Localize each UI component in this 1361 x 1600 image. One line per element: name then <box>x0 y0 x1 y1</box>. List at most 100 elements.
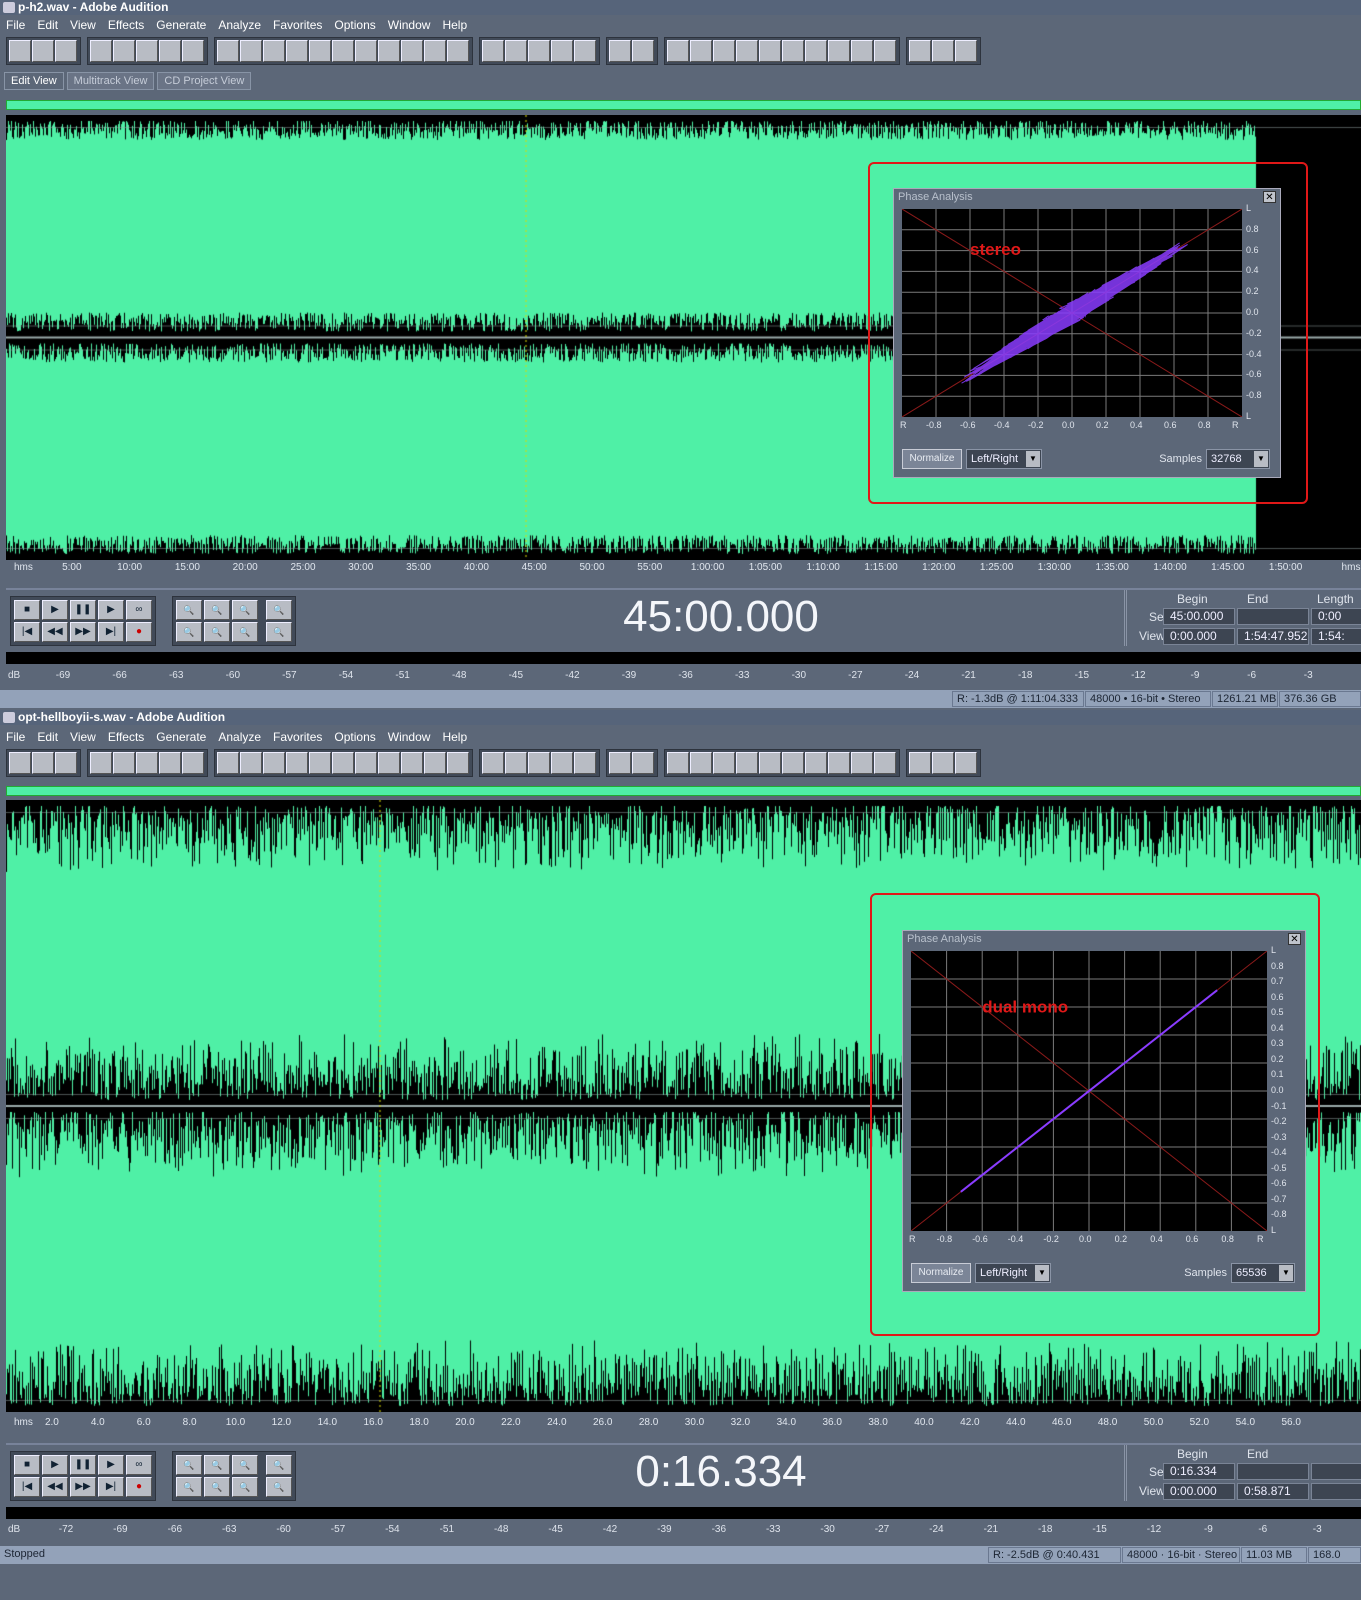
sel-end-field[interactable] <box>1237 608 1309 625</box>
menu-help[interactable]: Help <box>442 728 467 746</box>
pause-button[interactable]: ❚❚ <box>70 600 96 620</box>
toolbar-button[interactable] <box>263 40 285 62</box>
toolbar-button[interactable] <box>759 752 781 774</box>
toolbar-button[interactable] <box>574 752 596 774</box>
toolbar-button[interactable] <box>690 752 712 774</box>
overview-bar[interactable] <box>6 100 1361 110</box>
toolbar-button[interactable] <box>136 752 158 774</box>
zoom-left-button[interactable]: 🔍 <box>176 622 202 642</box>
play-to-end-button[interactable]: ▶ <box>98 600 124 620</box>
toolbar-button[interactable] <box>874 752 896 774</box>
zoom-selection-button[interactable]: 🔍 <box>232 1477 258 1497</box>
zoom-right-button[interactable]: 🔍 <box>204 1477 230 1497</box>
go-to-start-button[interactable]: |◀ <box>14 622 40 642</box>
zoom-out-button[interactable]: 🔍 <box>204 600 230 620</box>
toolbar-button[interactable] <box>759 40 781 62</box>
sel-begin-field[interactable]: 45:00.000 <box>1163 608 1235 625</box>
menu-analyze[interactable]: Analyze <box>218 16 261 34</box>
zoom-full-button[interactable]: 🔍 <box>232 600 258 620</box>
normalize-button[interactable]: Normalize <box>902 449 962 469</box>
toolbar-button[interactable] <box>713 40 735 62</box>
toolbar-button[interactable] <box>159 40 181 62</box>
toolbar-button[interactable] <box>332 752 354 774</box>
menu-view[interactable]: View <box>70 16 96 34</box>
toolbar-button[interactable] <box>505 752 527 774</box>
menu-effects[interactable]: Effects <box>108 728 144 746</box>
fast-forward-button[interactable]: ▶▶ <box>70 1477 96 1497</box>
zoom-selection-button[interactable]: 🔍 <box>232 622 258 642</box>
channel-select[interactable]: Left/Right ▼ <box>966 449 1042 469</box>
toolbar-button[interactable] <box>828 752 850 774</box>
toolbar-button[interactable] <box>286 40 308 62</box>
toolbar-button[interactable] <box>736 40 758 62</box>
toolbar-button[interactable] <box>932 40 954 62</box>
chevron-down-icon[interactable]: ▼ <box>1035 1265 1049 1281</box>
toolbar-button[interactable] <box>874 40 896 62</box>
toolbar-button[interactable] <box>955 752 977 774</box>
toolbar-button[interactable] <box>113 40 135 62</box>
zoom-vertical-in-button[interactable]: 🔍 <box>266 600 292 620</box>
view-end-field[interactable]: 1:54:47.952 <box>1237 628 1309 645</box>
view-length-field[interactable]: 1:54: <box>1311 628 1361 645</box>
view-length-field[interactable] <box>1311 1483 1361 1500</box>
toolbar-button[interactable] <box>355 752 377 774</box>
toolbar-button[interactable] <box>955 40 977 62</box>
samples-select[interactable]: 65536 ▼ <box>1231 1263 1295 1283</box>
menu-edit[interactable]: Edit <box>37 16 58 34</box>
play-button[interactable]: ▶ <box>42 600 68 620</box>
tab-multitrack-view[interactable]: Multitrack View <box>66 72 155 90</box>
toolbar-button[interactable] <box>9 752 31 774</box>
record-button[interactable]: ● <box>126 1477 152 1497</box>
menu-options[interactable]: Options <box>334 16 375 34</box>
toolbar-button[interactable] <box>909 752 931 774</box>
toolbar-button[interactable] <box>851 40 873 62</box>
menu-file[interactable]: File <box>6 16 25 34</box>
toolbar-button[interactable] <box>447 752 469 774</box>
toolbar-button[interactable] <box>182 752 204 774</box>
toolbar-button[interactable] <box>782 752 804 774</box>
tab-cd-project-view[interactable]: CD Project View <box>157 72 252 90</box>
toolbar-button[interactable] <box>632 752 654 774</box>
menu-effects[interactable]: Effects <box>108 16 144 34</box>
menu-file[interactable]: File <box>6 728 25 746</box>
toolbar-button[interactable] <box>609 40 631 62</box>
menu-favorites[interactable]: Favorites <box>273 728 322 746</box>
menu-generate[interactable]: Generate <box>156 16 206 34</box>
play-to-end-button[interactable]: ▶ <box>98 1455 124 1475</box>
zoom-right-button[interactable]: 🔍 <box>204 622 230 642</box>
zoom-out-button[interactable]: 🔍 <box>204 1455 230 1475</box>
zoom-left-button[interactable]: 🔍 <box>176 1477 202 1497</box>
rewind-button[interactable]: ◀◀ <box>42 622 68 642</box>
toolbar-button[interactable] <box>136 40 158 62</box>
go-to-end-button[interactable]: ▶| <box>98 622 124 642</box>
chevron-down-icon[interactable]: ▼ <box>1254 451 1268 467</box>
toolbar-button[interactable] <box>609 752 631 774</box>
toolbar-button[interactable] <box>667 40 689 62</box>
menu-analyze[interactable]: Analyze <box>218 728 261 746</box>
sel-begin-field[interactable]: 0:16.334 <box>1163 1463 1235 1480</box>
go-to-end-button[interactable]: ▶| <box>98 1477 124 1497</box>
close-icon[interactable]: ✕ <box>1288 933 1301 945</box>
toolbar-button[interactable] <box>355 40 377 62</box>
toolbar-button[interactable] <box>9 40 31 62</box>
view-begin-field[interactable]: 0:00.000 <box>1163 628 1235 645</box>
sel-end-field[interactable] <box>1237 1463 1309 1480</box>
toolbar-button[interactable] <box>332 40 354 62</box>
play-button[interactable]: ▶ <box>42 1455 68 1475</box>
toolbar-button[interactable] <box>378 40 400 62</box>
toolbar-button[interactable] <box>932 752 954 774</box>
fast-forward-button[interactable]: ▶▶ <box>70 622 96 642</box>
chevron-down-icon[interactable]: ▼ <box>1026 451 1040 467</box>
toolbar-button[interactable] <box>505 40 527 62</box>
toolbar-button[interactable] <box>528 40 550 62</box>
toolbar-button[interactable] <box>32 40 54 62</box>
toolbar-button[interactable] <box>240 40 262 62</box>
menu-window[interactable]: Window <box>388 728 431 746</box>
stop-button[interactable]: ■ <box>14 600 40 620</box>
toolbar-button[interactable] <box>90 752 112 774</box>
zoom-full-button[interactable]: 🔍 <box>232 1455 258 1475</box>
view-end-field[interactable]: 0:58.871 <box>1237 1483 1309 1500</box>
toolbar-button[interactable] <box>551 752 573 774</box>
normalize-button[interactable]: Normalize <box>911 1263 971 1283</box>
toolbar-button[interactable] <box>159 752 181 774</box>
